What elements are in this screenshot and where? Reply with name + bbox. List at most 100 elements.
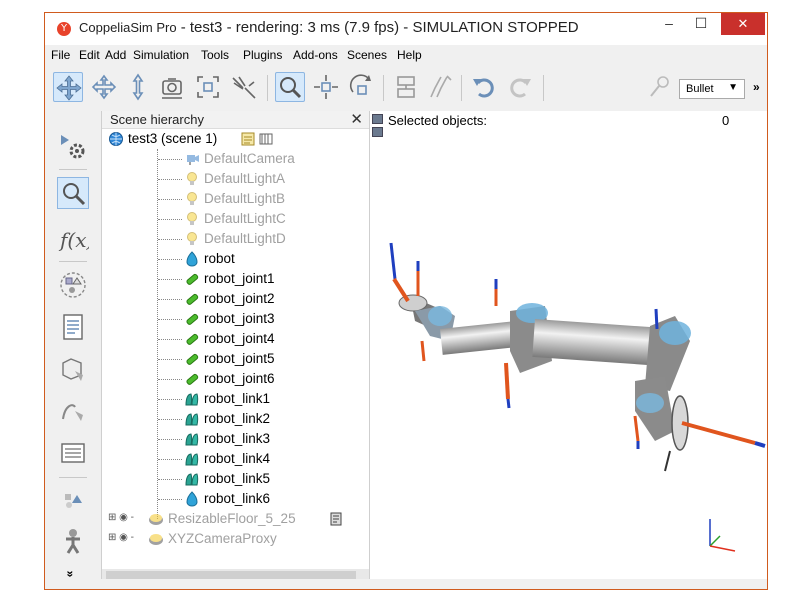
expand-model-button[interactable]: ⊞ ◉ -	[108, 532, 134, 543]
model-icon	[148, 511, 164, 527]
customization-script-icon[interactable]	[258, 131, 274, 147]
tree-item-label: robot_link1	[204, 391, 271, 406]
tree-item-robot_joint6[interactable]: robot_joint6	[102, 369, 362, 389]
tree-item-robot_link5[interactable]: robot_link5	[102, 469, 362, 489]
menu-scenes[interactable]: Scenes	[347, 48, 387, 62]
menu-help[interactable]: Help	[397, 48, 422, 62]
tree-item-resizablefloor_5_25[interactable]: ⊞ ◉ - ResizableFloor_5_25	[102, 509, 362, 529]
left-toolbar-separator	[59, 477, 87, 478]
tree-item-label: DefaultLightB	[204, 191, 286, 206]
calculation-module-icon[interactable]	[57, 525, 89, 557]
page-icon[interactable]	[57, 311, 89, 343]
tree-item-defaultlightb[interactable]: DefaultLightB	[102, 189, 362, 209]
selection-icon[interactable]	[57, 177, 89, 209]
undo-icon[interactable]	[469, 72, 499, 102]
tree-item-label: robot_link2	[204, 411, 271, 426]
tree-item-robot_joint3[interactable]: robot_joint3	[102, 309, 362, 329]
tree-item-defaultlightd[interactable]: DefaultLightD	[102, 229, 362, 249]
window-title: CoppeliaSim Pro - test3 - rendering: 3 m…	[79, 19, 579, 36]
tree-item-label: robot_link4	[204, 451, 271, 466]
object-shift-icon[interactable]	[311, 72, 341, 102]
tree-item-robot_link2[interactable]: robot_link2	[102, 409, 362, 429]
scene-viewport[interactable]: Selected objects: 0	[370, 111, 767, 581]
assemble-disassemble-icon[interactable]	[391, 72, 421, 102]
close-button[interactable]: ✕	[721, 13, 765, 35]
tree-item-robot_joint2[interactable]: robot_joint2	[102, 289, 362, 309]
link-icon	[184, 411, 200, 427]
path-icon[interactable]	[57, 395, 89, 427]
redo-icon[interactable]	[505, 72, 535, 102]
joint-icon	[184, 351, 200, 367]
tree-item-robot_link1[interactable]: robot_link1	[102, 389, 362, 409]
camera-angle-icon[interactable]	[157, 72, 187, 102]
script-icon[interactable]: f(x)	[57, 223, 94, 255]
menu-add[interactable]: Add	[105, 48, 126, 62]
object-rotate-icon[interactable]	[347, 72, 377, 102]
window-title-rest: - test3 - rendering: 3 ms (7.9 fps) - SI…	[176, 19, 579, 36]
scene-hierarchy-header: Scene hierarchy ✕	[102, 111, 369, 129]
left-toolbar-more-button[interactable]: »	[63, 571, 77, 578]
toolbar-overflow-button[interactable]: »	[753, 80, 760, 94]
menu-add-ons[interactable]: Add-ons	[293, 48, 338, 62]
tree-item-robot_joint4[interactable]: robot_joint4	[102, 329, 362, 349]
camera-rotate-icon[interactable]	[89, 72, 119, 102]
tree-item-label: robot_joint5	[204, 351, 275, 366]
menu-tools[interactable]: Tools	[201, 48, 229, 62]
close-hierarchy-button[interactable]: ✕	[350, 110, 363, 128]
simulation-settings-icon[interactable]	[57, 131, 89, 163]
tree-item-label: robot_joint6	[204, 371, 275, 386]
script-icon[interactable]	[240, 131, 256, 147]
left-toolbar: f(x) »	[45, 111, 102, 589]
shape-edit-icon[interactable]	[57, 269, 89, 301]
robot-render	[389, 242, 766, 552]
tree-item-label: robot_joint4	[204, 331, 275, 346]
scene-object-properties-icon[interactable]	[57, 437, 89, 469]
camera-shift-icon[interactable]	[123, 72, 153, 102]
tree-guide-line	[158, 499, 182, 500]
menu-edit[interactable]: Edit	[79, 48, 100, 62]
expand-model-button[interactable]: ⊞ ◉ -	[108, 512, 134, 523]
transfer-dna-icon[interactable]	[425, 72, 455, 102]
tree-item-robot_link3[interactable]: robot_link3	[102, 429, 362, 449]
script-icon[interactable]	[328, 511, 344, 527]
model-browser-icon[interactable]	[57, 353, 89, 385]
maximize-button[interactable]: ☐	[687, 15, 715, 37]
verify-icon[interactable]	[645, 72, 675, 102]
menu-plugins[interactable]: Plugins	[243, 48, 282, 62]
assemble-icon[interactable]	[229, 72, 259, 102]
tree-item-defaultlighta[interactable]: DefaultLightA	[102, 169, 362, 189]
tree-item-defaultcamera[interactable]: DefaultCamera	[102, 149, 362, 169]
tree-item-robot_joint1[interactable]: robot_joint1	[102, 269, 362, 289]
menu-file[interactable]: File	[51, 48, 70, 62]
scene-root-item[interactable]: test3 (scene 1)	[102, 129, 362, 149]
menu-bar: File Edit Add Simulation Tools Plugins A…	[45, 45, 767, 65]
tree-item-defaultlightc[interactable]: DefaultLightC	[102, 209, 362, 229]
tree-guide-line	[158, 399, 182, 400]
tree-item-robot[interactable]: robot	[102, 249, 362, 269]
tree-guide-line	[158, 239, 182, 240]
tree-item-robot_link4[interactable]: robot_link4	[102, 449, 362, 469]
scene-hierarchy-panel: Scene hierarchy ✕ test3 (scene 1) Defaul…	[102, 111, 370, 581]
menu-simulation[interactable]: Simulation	[133, 48, 189, 62]
collections-icon[interactable]	[57, 485, 89, 517]
scrollbar-thumb[interactable]	[106, 571, 356, 579]
camera-pan-icon[interactable]	[53, 72, 83, 102]
physics-engine-value: Bullet	[686, 83, 714, 95]
tree-item-xyzcameraproxy[interactable]: ⊞ ◉ - XYZCameraProxy	[102, 529, 362, 549]
tree-item-robot_link6[interactable]: robot_link6	[102, 489, 362, 509]
tree-item-robot_joint5[interactable]: robot_joint5	[102, 349, 362, 369]
tree-guide-line	[158, 359, 182, 360]
link-icon	[184, 431, 200, 447]
world-axes-gizmo	[709, 519, 736, 552]
link-icon	[184, 451, 200, 467]
light-icon	[184, 191, 200, 207]
physics-engine-select[interactable]: Bullet ▼	[679, 79, 745, 99]
tree-item-label: robot	[204, 251, 235, 266]
minimize-button[interactable]: –	[655, 15, 683, 37]
fit-to-view-icon[interactable]	[193, 72, 223, 102]
toolbar-separator	[267, 75, 268, 101]
object-selection-icon[interactable]	[275, 72, 305, 102]
tree-guide-line	[158, 379, 182, 380]
tree-guide-line	[158, 459, 182, 460]
tree-item-label: robot_link3	[204, 431, 271, 446]
